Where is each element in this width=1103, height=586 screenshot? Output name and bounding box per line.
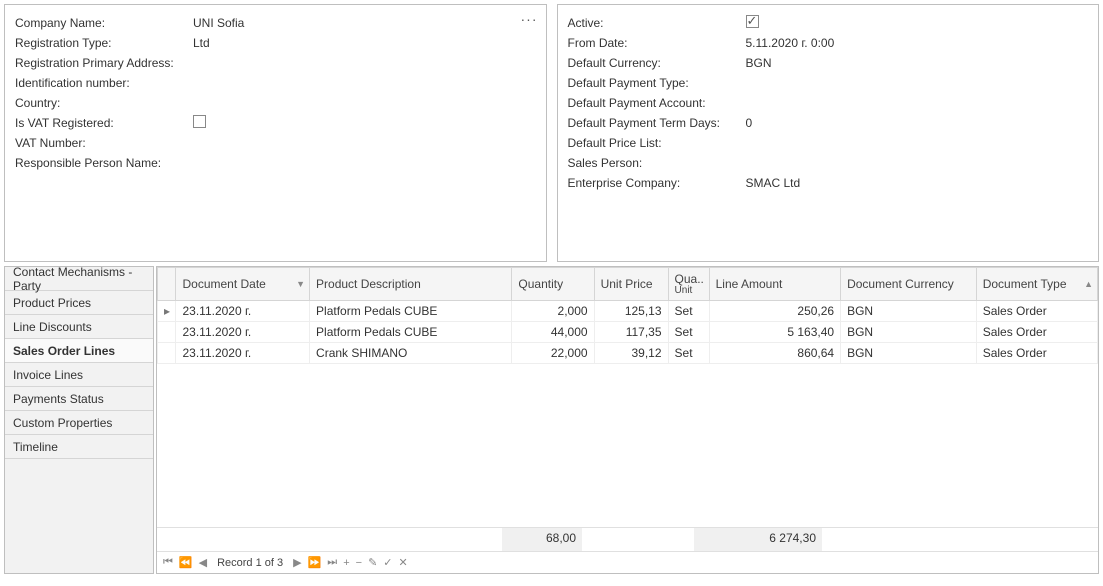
nav-delete-icon[interactable]: − — [356, 557, 362, 569]
cell-quantity-unit[interactable]: Set — [668, 322, 709, 343]
default-payment-type-label: Default Payment Type: — [568, 76, 746, 90]
cell-document-date[interactable]: 23.11.2020 г. — [176, 343, 310, 364]
sort-asc-icon: ▲ — [1084, 279, 1093, 289]
grid-summary-row: 68,00 6 274,30 — [157, 527, 1098, 551]
col-quantity[interactable]: Quantity — [512, 268, 594, 301]
cell-quantity[interactable]: 44,000 — [512, 322, 594, 343]
default-price-list-label: Default Price List: — [568, 136, 746, 150]
table-row[interactable]: 23.11.2020 г.Crank SHIMANO22,00039,12Set… — [158, 343, 1098, 364]
is-vat-registered-checkbox[interactable] — [193, 115, 206, 128]
sales-person-label: Sales Person: — [568, 156, 746, 170]
cell-line-amount[interactable]: 860,64 — [709, 343, 840, 364]
enterprise-company-label: Enterprise Company: — [568, 176, 746, 190]
row-indicator — [158, 343, 176, 364]
registration-type-value[interactable]: Ltd — [193, 36, 536, 50]
cell-document-date[interactable]: 23.11.2020 г. — [176, 322, 310, 343]
col-line-amount[interactable]: Line Amount — [709, 268, 840, 301]
customer-panel: Active: From Date: 5.11.2020 г. 0:00 Def… — [557, 4, 1100, 262]
cell-quantity[interactable]: 22,000 — [512, 343, 594, 364]
col-document-date[interactable]: Document Date ▼ — [176, 268, 310, 301]
nav-prev-page-icon[interactable]: ⏪ — [179, 556, 193, 569]
nav-first-icon[interactable]: ⏮ — [163, 556, 173, 569]
nav-next-page-icon[interactable]: ⏩ — [308, 556, 322, 569]
cell-quantity[interactable]: 2,000 — [512, 301, 594, 322]
cell-quantity-unit[interactable]: Set — [668, 301, 709, 322]
cell-product-description[interactable]: Crank SHIMANO — [310, 343, 512, 364]
nav-cancel-icon[interactable]: ✕ — [399, 556, 408, 569]
sum-quantity: 68,00 — [502, 528, 582, 551]
col-unit-price[interactable]: Unit Price — [594, 268, 668, 301]
cell-document-currency[interactable]: BGN — [841, 301, 977, 322]
cell-line-amount[interactable]: 5 163,40 — [709, 322, 840, 343]
col-quantity-unit[interactable]: Qua.. Unit — [668, 268, 709, 301]
sidebar-item-contact-mechanisms[interactable]: Contact Mechanisms - Party — [5, 267, 153, 291]
col-document-type[interactable]: Document Type ▲ — [976, 268, 1097, 301]
row-indicator — [158, 322, 176, 343]
identification-number-label: Identification number: — [15, 76, 193, 90]
sort-desc-icon: ▼ — [296, 279, 305, 289]
row-indicator: ▸ — [158, 301, 176, 322]
company-name-label: Company Name: — [15, 16, 193, 30]
sidebar-item-invoice-lines[interactable]: Invoice Lines — [5, 363, 153, 387]
options-icon[interactable]: ··· — [521, 11, 538, 27]
default-currency-value[interactable]: BGN — [746, 56, 1089, 70]
nav-prev-icon[interactable]: ◀ — [199, 556, 207, 569]
active-label: Active: — [568, 16, 746, 30]
default-payment-term-days-value[interactable]: 0 — [746, 116, 1089, 130]
cell-document-date[interactable]: 23.11.2020 г. — [176, 301, 310, 322]
registration-type-label: Registration Type: — [15, 36, 193, 50]
sidebar-item-line-discounts[interactable]: Line Discounts — [5, 315, 153, 339]
registration-primary-address-label: Registration Primary Address: — [15, 56, 193, 70]
col-product-description[interactable]: Product Description — [310, 268, 512, 301]
cell-quantity-unit[interactable]: Set — [668, 343, 709, 364]
vat-number-label: VAT Number: — [15, 136, 193, 150]
row-indicator-header — [158, 268, 176, 301]
default-payment-term-days-label: Default Payment Term Days: — [568, 116, 746, 130]
sidebar-item-custom-properties[interactable]: Custom Properties — [5, 411, 153, 435]
sidebar-item-timeline[interactable]: Timeline — [5, 435, 153, 459]
cell-document-currency[interactable]: BGN — [841, 343, 977, 364]
cell-document-type[interactable]: Sales Order — [976, 301, 1097, 322]
is-vat-registered-label: Is VAT Registered: — [15, 116, 193, 130]
record-position: Record 1 of 3 — [217, 557, 283, 569]
enterprise-company-value[interactable]: SMAC Ltd — [746, 176, 1089, 190]
nav-add-icon[interactable]: + — [343, 557, 349, 569]
cell-unit-price[interactable]: 39,12 — [594, 343, 668, 364]
table-row[interactable]: 23.11.2020 г.Platform Pedals CUBE44,0001… — [158, 322, 1098, 343]
default-payment-account-label: Default Payment Account: — [568, 96, 746, 110]
nav-next-icon[interactable]: ▶ — [293, 556, 301, 569]
cell-unit-price[interactable]: 125,13 — [594, 301, 668, 322]
company-name-value[interactable]: UNI Sofia — [193, 16, 536, 30]
cell-document-currency[interactable]: BGN — [841, 322, 977, 343]
cell-line-amount[interactable]: 250,26 — [709, 301, 840, 322]
sidebar-item-payments-status[interactable]: Payments Status — [5, 387, 153, 411]
nav-last-icon[interactable]: ⏭ — [327, 556, 337, 569]
record-navigator: ⏮ ⏪ ◀ Record 1 of 3 ▶ ⏩ ⏭ + − ✎ ✓ ✕ — [157, 551, 1098, 573]
company-panel: ··· Company Name: UNI Sofia Registration… — [4, 4, 547, 262]
cell-unit-price[interactable]: 117,35 — [594, 322, 668, 343]
nav-accept-icon[interactable]: ✓ — [383, 556, 392, 569]
cell-document-type[interactable]: Sales Order — [976, 343, 1097, 364]
cell-document-type[interactable]: Sales Order — [976, 322, 1097, 343]
default-currency-label: Default Currency: — [568, 56, 746, 70]
nav-edit-icon[interactable]: ✎ — [368, 556, 377, 569]
active-checkbox[interactable] — [746, 15, 759, 28]
sidebar-item-product-prices[interactable]: Product Prices — [5, 291, 153, 315]
sales-order-lines-grid: Document Date ▼ Product Description Quan… — [156, 266, 1099, 574]
sidebar-item-sales-order-lines[interactable]: Sales Order Lines — [5, 339, 153, 363]
table-row[interactable]: ▸23.11.2020 г.Platform Pedals CUBE2,0001… — [158, 301, 1098, 322]
detail-tabs: Contact Mechanisms - Party Product Price… — [4, 266, 154, 574]
col-document-currency[interactable]: Document Currency — [841, 268, 977, 301]
cell-product-description[interactable]: Platform Pedals CUBE — [310, 322, 512, 343]
from-date-value[interactable]: 5.11.2020 г. 0:00 — [746, 36, 1089, 50]
country-label: Country: — [15, 96, 193, 110]
cell-product-description[interactable]: Platform Pedals CUBE — [310, 301, 512, 322]
sum-line-amount: 6 274,30 — [694, 528, 822, 551]
grid-header-row: Document Date ▼ Product Description Quan… — [158, 268, 1098, 301]
responsible-person-label: Responsible Person Name: — [15, 156, 193, 170]
from-date-label: From Date: — [568, 36, 746, 50]
